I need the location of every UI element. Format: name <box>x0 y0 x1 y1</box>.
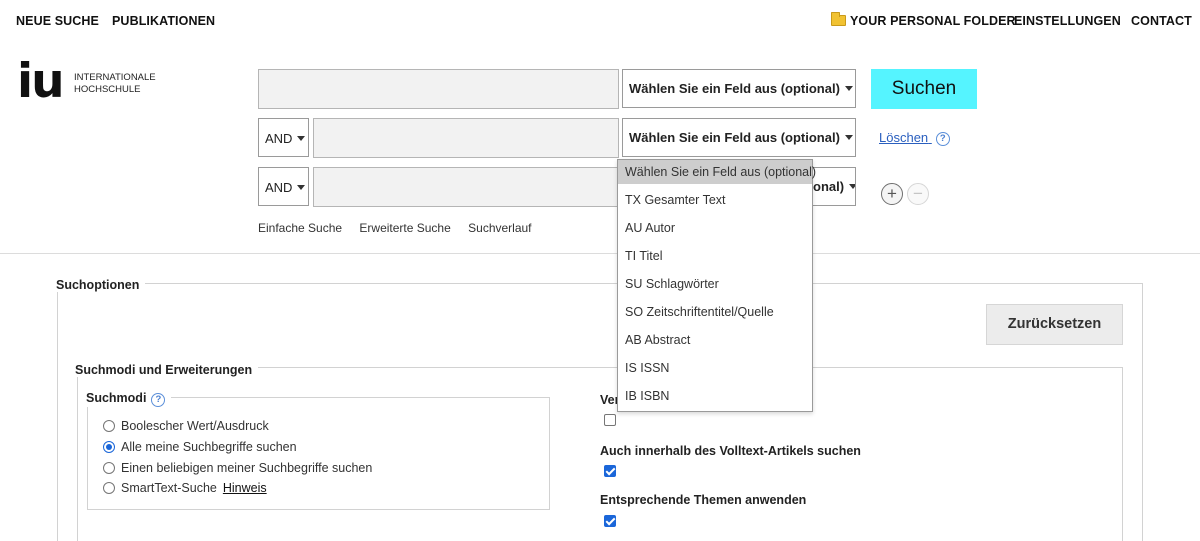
radio-button[interactable] <box>103 462 115 474</box>
logo-text: INTERNATIONALE HOCHSCHULE <box>74 72 156 96</box>
caret-down-icon <box>849 184 855 189</box>
modes-expanders-title: Suchmodi und Erweiterungen <box>75 363 259 377</box>
radio-button[interactable] <box>103 482 115 494</box>
help-icon[interactable]: ? <box>935 132 950 146</box>
bool-operator-label: AND <box>265 180 293 195</box>
logo-text-line2: HOCHSCHULE <box>74 84 141 95</box>
search-input-3[interactable] <box>313 167 619 207</box>
search-mode-links: Einfache Suche Erweiterte Suche Suchverl… <box>258 221 546 235</box>
field-select-1-label: Wählen Sie ein Feld aus (optional) <box>629 81 840 96</box>
nav-settings[interactable]: EINSTELLUNGEN <box>1014 14 1121 28</box>
folder-icon <box>831 12 846 26</box>
search-options-title: Suchoptionen <box>56 278 146 292</box>
remove-row-button[interactable]: − <box>907 183 929 205</box>
dropdown-option-ib[interactable]: IB ISBN <box>618 384 812 408</box>
add-row-button[interactable]: + <box>881 183 903 205</box>
search-button[interactable]: Suchen <box>871 69 977 109</box>
field-select-1[interactable]: Wählen Sie ein Feld aus (optional) <box>622 69 856 108</box>
top-navigation: NEUE SUCHE PUBLIKATIONEN YOUR PERSONAL F… <box>0 0 1200 44</box>
expander-checkbox-2[interactable] <box>604 465 616 477</box>
dropdown-option-au[interactable]: AU Autor <box>618 216 812 240</box>
nav-personal-folder-label: YOUR PERSONAL FOLDER <box>850 14 1016 28</box>
field-select-2[interactable]: Wählen Sie ein Feld aus (optional) <box>622 118 856 157</box>
help-icon[interactable]: ? <box>151 393 166 407</box>
radio-boolean-label: Boolescher Wert/Ausdruck <box>121 419 269 433</box>
bool-operator-select-2[interactable]: AND <box>258 167 309 206</box>
nav-contact[interactable]: CONTACT <box>1131 14 1192 28</box>
dropdown-option-none[interactable]: Wählen Sie ein Feld aus (optional) <box>618 160 816 184</box>
advanced-search-link[interactable]: Erweiterte Suche <box>359 221 450 235</box>
clear-link[interactable]: Löschen ? <box>879 130 950 146</box>
nav-new-search[interactable]: NEUE SUCHE <box>16 14 99 28</box>
nav-personal-folder[interactable]: YOUR PERSONAL FOLDER <box>831 12 1016 28</box>
caret-down-icon <box>844 86 853 91</box>
radio-any-term[interactable]: Einen beliebigen meiner Suchbegriffe suc… <box>103 461 372 475</box>
search-modes-title-label: Suchmodi <box>86 391 147 405</box>
radio-any-term-label: Einen beliebigen meiner Suchbegriffe suc… <box>121 461 373 475</box>
bool-operator-label: AND <box>265 131 293 146</box>
reset-button[interactable]: Zurücksetzen <box>986 304 1123 345</box>
radio-boolean[interactable]: Boolescher Wert/Ausdruck <box>103 419 269 433</box>
expander-checkbox-3[interactable] <box>604 515 616 527</box>
search-input-1[interactable] <box>258 69 619 109</box>
dropdown-option-ti[interactable]: TI Titel <box>618 244 812 268</box>
nav-publications[interactable]: PUBLIKATIONEN <box>112 14 215 28</box>
radio-all-terms-label: Alle meine Suchbegriffe suchen <box>121 440 297 454</box>
hint-link[interactable]: Hinweis <box>223 481 267 495</box>
divider <box>0 253 1200 254</box>
search-history-link[interactable]: Suchverlauf <box>468 221 531 235</box>
expander-checkbox-1[interactable] <box>604 414 616 426</box>
clear-link-label[interactable]: Löschen <box>879 130 928 145</box>
radio-button[interactable] <box>103 420 115 432</box>
expander-label-2: Auch innerhalb des Volltext-Artikels suc… <box>600 444 861 458</box>
dropdown-option-so[interactable]: SO Zeitschriftentitel/Quelle <box>618 300 812 324</box>
radio-button-selected[interactable] <box>103 441 115 453</box>
dropdown-option-su[interactable]: SU Schlagwörter <box>618 272 812 296</box>
bool-operator-select-1[interactable]: AND <box>258 118 309 157</box>
field-dropdown-list: Wählen Sie ein Feld aus (optional) TX Ge… <box>617 159 816 412</box>
radio-smarttext-label: SmartText-Suche <box>121 481 217 495</box>
dropdown-option-is[interactable]: IS ISSN <box>618 356 812 380</box>
field-select-3-label: onal) <box>813 179 845 194</box>
basic-search-link[interactable]: Einfache Suche <box>258 221 342 235</box>
caret-down-icon <box>844 135 853 140</box>
search-input-2[interactable] <box>313 118 619 158</box>
expander-label-3: Entsprechende Themen anwenden <box>600 493 807 507</box>
dropdown-option-tx[interactable]: TX Gesamter Text <box>618 188 812 212</box>
dropdown-option-ab[interactable]: AB Abstract <box>618 328 812 352</box>
radio-smarttext[interactable]: SmartText-Suche Hinweis <box>103 481 267 495</box>
logo-mark: iu <box>17 54 65 109</box>
radio-all-terms[interactable]: Alle meine Suchbegriffe suchen <box>103 440 297 454</box>
search-modes-title: Suchmodi? <box>86 391 172 407</box>
caret-down-icon <box>297 185 306 190</box>
caret-down-icon <box>297 136 306 141</box>
logo-text-line1: INTERNATIONALE <box>74 72 156 83</box>
field-select-2-label: Wählen Sie ein Feld aus (optional) <box>629 130 840 145</box>
